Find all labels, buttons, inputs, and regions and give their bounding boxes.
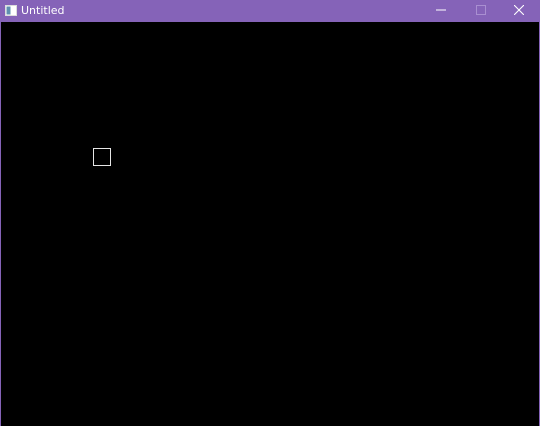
minimize-icon <box>436 5 446 18</box>
outlined-square <box>93 148 111 166</box>
maximize-icon <box>476 4 486 18</box>
close-icon <box>513 4 525 18</box>
minimize-button[interactable] <box>421 0 461 22</box>
app-window: Untitled <box>0 0 540 426</box>
canvas-area[interactable] <box>1 22 539 426</box>
maximize-button[interactable] <box>461 0 501 22</box>
window-title: Untitled <box>21 4 65 17</box>
title-bar[interactable]: Untitled <box>1 0 539 22</box>
app-window-icon <box>5 5 17 16</box>
close-button[interactable] <box>499 0 539 22</box>
